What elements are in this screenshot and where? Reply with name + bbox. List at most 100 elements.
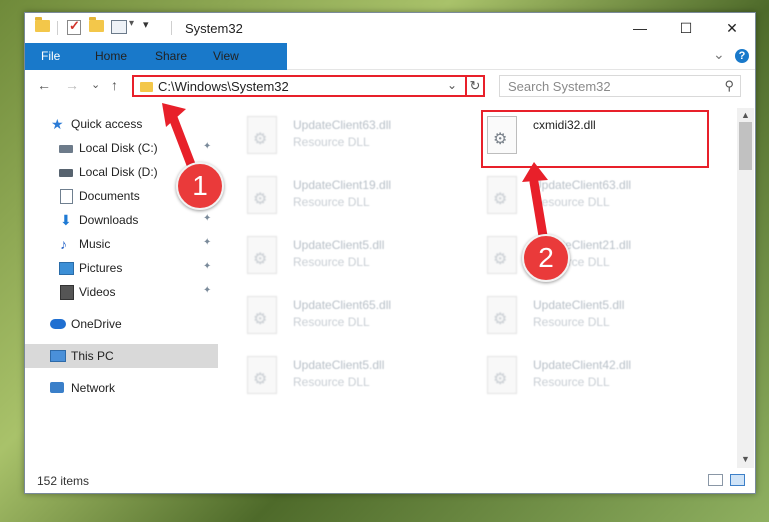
sidebar-item-label: Quick access xyxy=(71,117,143,131)
sidebar-item-videos[interactable]: Videos ✦ xyxy=(25,280,218,304)
sidebar-item-label: Local Disk (D:) xyxy=(79,165,158,179)
pin-icon: ✦ xyxy=(203,261,212,272)
address-dropdown-icon[interactable]: ⌄ xyxy=(447,78,457,92)
divider xyxy=(57,21,58,35)
star-icon: ★ xyxy=(51,116,64,132)
address-path: C:\Windows\System32 xyxy=(158,79,289,94)
file-item[interactable]: ⚙ UpdateClient5.dll Resource DLL xyxy=(247,356,477,406)
maximize-button[interactable]: ☐ xyxy=(663,13,709,43)
music-icon: ♪ xyxy=(60,236,67,252)
sidebar-item-label: Local Disk (C:) xyxy=(79,141,158,155)
vertical-scrollbar[interactable]: ▲ ▼ xyxy=(737,108,754,468)
pin-icon: ✦ xyxy=(203,237,212,248)
dll-file-icon: ⚙ xyxy=(247,116,277,154)
search-placeholder: Search System32 xyxy=(508,79,611,94)
dll-file-icon: ⚙ xyxy=(487,296,517,334)
minimize-button[interactable]: — xyxy=(617,13,663,43)
search-input[interactable]: Search System32 ⚲ xyxy=(499,75,741,97)
refresh-button[interactable]: ↻ xyxy=(465,75,485,97)
computer-icon xyxy=(50,350,66,362)
step-badge-1: 1 xyxy=(176,162,224,210)
scroll-up-icon[interactable]: ▲ xyxy=(741,110,750,120)
file-name: UpdateClient63.dll xyxy=(293,118,392,132)
sidebar-item-this-pc[interactable]: This PC xyxy=(25,344,218,368)
scroll-thumb[interactable] xyxy=(739,122,752,170)
sidebar-item-label: Network xyxy=(71,381,116,395)
videos-icon xyxy=(60,285,74,300)
title-bar: ▾ ▾ System32 — ☐ ✕ xyxy=(25,13,755,43)
recent-locations-button[interactable]: ⌄ xyxy=(91,78,100,91)
sidebar-item-label: Documents xyxy=(79,189,140,203)
file-name: UpdateClient5.dll xyxy=(293,238,385,252)
customize-toolbar-icon[interactable] xyxy=(111,20,127,34)
folder-icon[interactable] xyxy=(35,17,50,32)
drive-icon xyxy=(59,145,73,153)
back-button[interactable]: ← xyxy=(37,77,51,93)
file-type: Resource DLL xyxy=(293,315,370,329)
search-icon[interactable]: ⚲ xyxy=(724,78,734,94)
divider xyxy=(171,21,172,35)
pictures-icon xyxy=(59,262,74,275)
file-item[interactable]: ⚙ UpdateClient19.dll Resource DLL xyxy=(247,176,477,226)
quick-access-dropdown-icon[interactable]: ▾ xyxy=(143,18,149,31)
download-icon: ⬇ xyxy=(60,212,72,228)
dll-file-icon: ⚙ xyxy=(247,176,277,214)
file-type: Resource DLL xyxy=(533,375,610,389)
sidebar-item-label: OneDrive xyxy=(71,317,122,331)
sidebar-item-label: Videos xyxy=(79,285,116,299)
help-icon[interactable]: ? xyxy=(735,49,749,63)
file-name: UpdateClient42.dll xyxy=(533,358,632,372)
navigation-bar: ← → ⌄ ↑ C:\Windows\System32 ⌄ ↻ Search S… xyxy=(25,70,755,102)
cloud-icon xyxy=(50,319,66,329)
sidebar-item-music[interactable]: ♪ Music ✦ xyxy=(25,232,218,256)
file-explorer-window: ▾ ▾ System32 — ☐ ✕ File Home Share View … xyxy=(24,12,756,494)
step-badge-2: 2 xyxy=(522,234,570,282)
file-item[interactable]: ⚙ UpdateClient5.dll Resource DLL xyxy=(247,236,477,286)
file-type: Resource DLL xyxy=(293,195,370,209)
large-icons-view-icon[interactable] xyxy=(730,474,745,486)
details-view-icon[interactable] xyxy=(708,474,723,486)
file-item[interactable]: ⚙ UpdateClient65.dll Resource DLL xyxy=(247,296,477,346)
folder-icon xyxy=(140,82,153,92)
file-type: Resource DLL xyxy=(293,255,370,269)
tab-home[interactable]: Home xyxy=(81,43,141,69)
pin-icon: ✦ xyxy=(203,285,212,296)
sidebar-item-onedrive[interactable]: OneDrive xyxy=(25,312,218,336)
window-title: System32 xyxy=(185,21,243,36)
tab-view[interactable]: View xyxy=(199,43,253,69)
dll-file-icon: ⚙ xyxy=(247,296,277,334)
sidebar-item-label: Pictures xyxy=(79,261,123,275)
sidebar-item-network[interactable]: Network xyxy=(25,376,218,400)
chevron-down-icon[interactable]: ▾ xyxy=(129,18,134,29)
sidebar-item-label: Downloads xyxy=(79,213,139,227)
file-type: Resource DLL xyxy=(533,315,610,329)
up-button[interactable]: ↑ xyxy=(111,77,118,93)
file-item[interactable]: ⚙ UpdateClient42.dll Resource DLL xyxy=(487,356,717,406)
tab-share[interactable]: Share xyxy=(141,43,201,69)
dll-file-icon: ⚙ xyxy=(487,356,517,394)
file-name: UpdateClient19.dll xyxy=(293,178,392,192)
sidebar-item-label: This PC xyxy=(71,349,114,363)
file-name: UpdateClient5.dll xyxy=(533,298,625,312)
pin-icon: ✦ xyxy=(203,213,212,224)
expand-ribbon-icon[interactable]: ⌄ xyxy=(713,46,725,63)
properties-check-icon[interactable] xyxy=(67,18,81,35)
documents-icon xyxy=(60,189,73,204)
item-count: 152 items xyxy=(37,474,90,488)
status-bar: 152 items xyxy=(25,468,755,493)
forward-button[interactable]: → xyxy=(65,77,79,93)
network-icon xyxy=(50,382,64,393)
sidebar-item-downloads[interactable]: ⬇ Downloads ✦ xyxy=(25,208,218,232)
close-button[interactable]: ✕ xyxy=(709,13,755,43)
file-item[interactable]: ⚙ UpdateClient5.dll Resource DLL xyxy=(487,296,717,346)
new-folder-icon[interactable] xyxy=(89,17,104,32)
ribbon-tabs: File Home Share View ⌄ ? xyxy=(25,43,755,93)
file-type: Resource DLL xyxy=(293,375,370,389)
sidebar-item-pictures[interactable]: Pictures ✦ xyxy=(25,256,218,280)
address-bar[interactable]: C:\Windows\System32 ⌄ xyxy=(132,75,482,97)
dll-file-icon: ⚙ xyxy=(247,356,277,394)
file-name: UpdateClient65.dll xyxy=(293,298,392,312)
file-item[interactable]: ⚙ UpdateClient63.dll Resource DLL xyxy=(247,116,477,166)
sidebar-item-label: Music xyxy=(79,237,111,251)
scroll-down-icon[interactable]: ▼ xyxy=(741,454,750,464)
